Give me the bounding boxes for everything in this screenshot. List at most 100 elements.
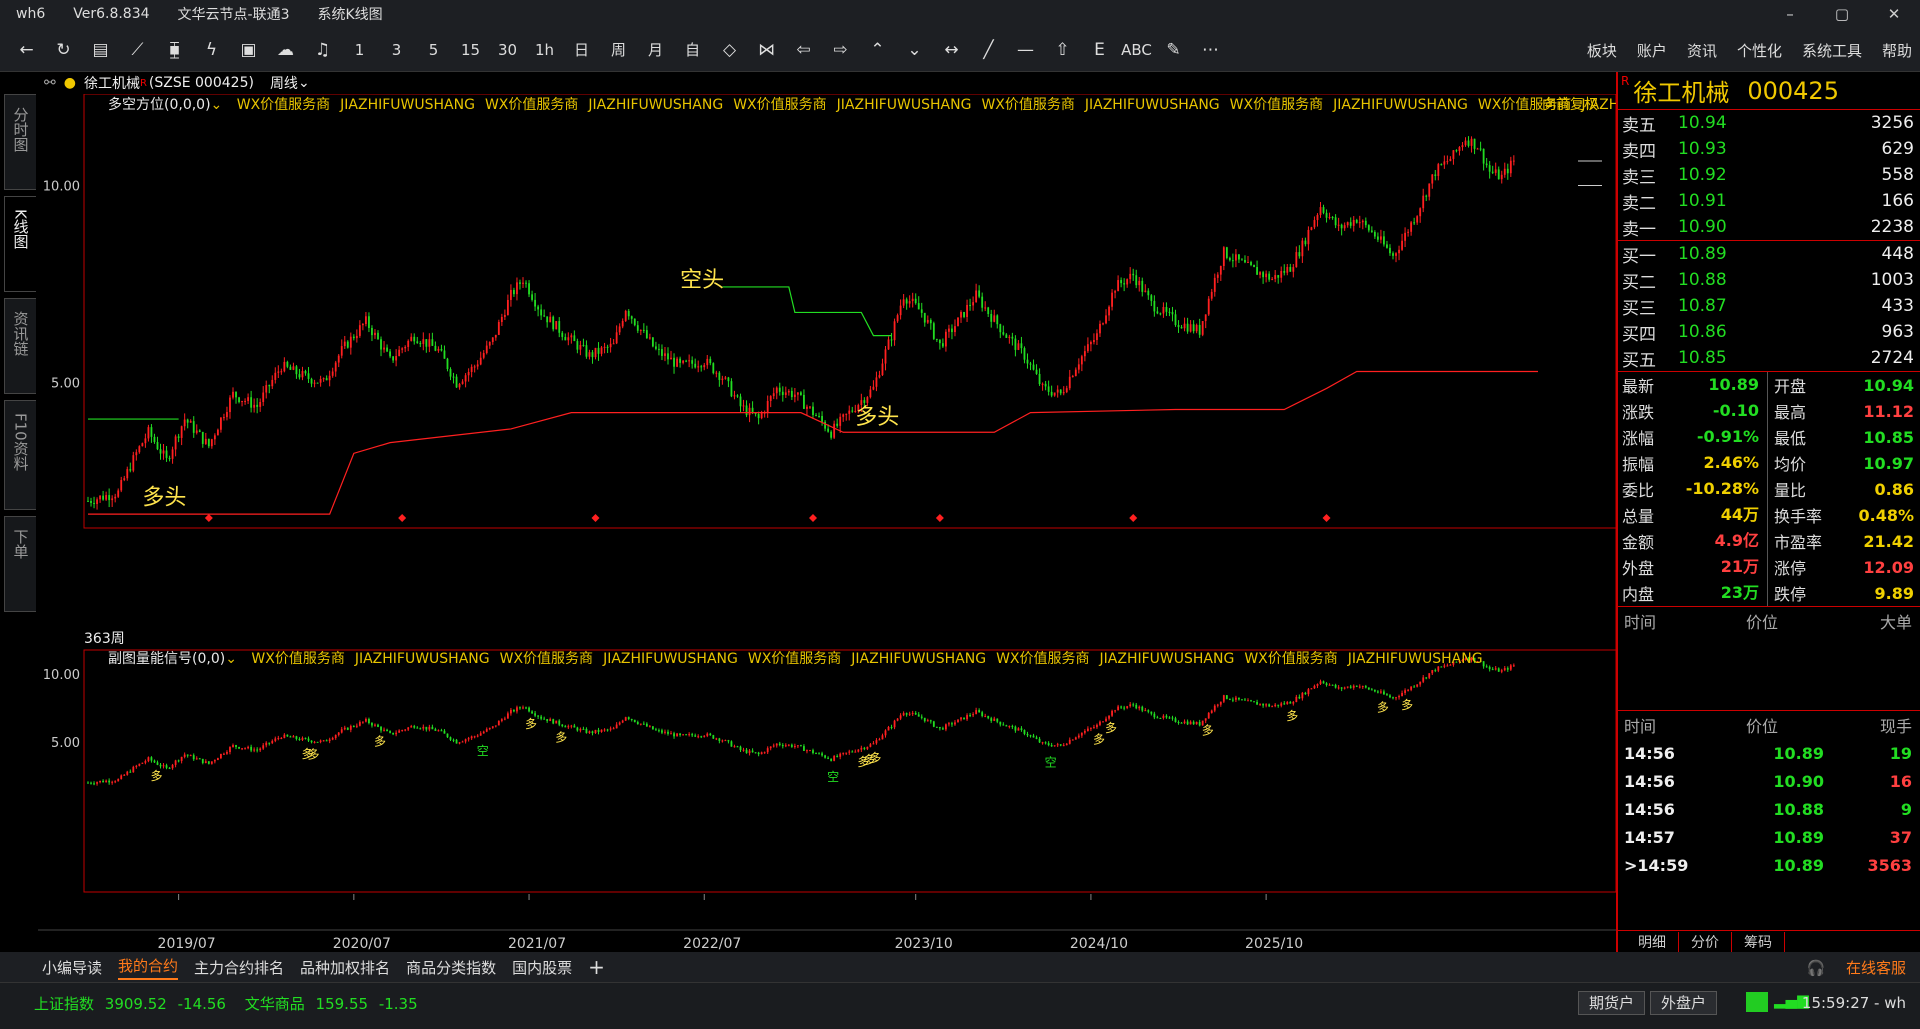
period-custom-button[interactable]: 自 [674,34,711,66]
restore-button[interactable]: ▢ [1816,0,1868,28]
period-3m-button[interactable]: 3 [378,34,415,66]
index2-name[interactable]: 文华商品 [245,995,305,1013]
chevron-down-icon[interactable]: ⌄ [225,651,237,667]
candle-body [528,283,530,295]
period-selector[interactable]: 周线 [270,73,298,93]
candle-body [1289,267,1292,272]
period-1m-button[interactable]: 1 [341,34,378,66]
screen-icon[interactable]: ▣ [230,34,267,66]
tick-row[interactable]: 14:57 10.89 37 [1618,823,1920,851]
tab-intraday[interactable]: 分时图 [4,94,36,190]
tab-my-contracts[interactable]: 我的合约 [118,955,179,980]
period-day-button[interactable]: 日 [563,34,600,66]
horizontal-line-icon[interactable]: — [1007,34,1044,66]
tab-domestic-stocks[interactable]: 国内股票 [512,957,572,978]
candle-body [1425,195,1428,197]
candle-body [1386,244,1388,248]
cloud-sync-icon[interactable]: ☁ [267,34,304,66]
sub-candle-body [555,720,558,724]
left-arrow-icon[interactable]: ⇦ [785,34,822,66]
tab-editor-guide[interactable]: 小编导读 [42,957,102,978]
period-week-button[interactable]: 周 [600,34,637,66]
alert-bell-icon[interactable]: ♫ [304,34,341,66]
menu-help[interactable]: 帮助 [1882,40,1912,61]
add-tab-button[interactable]: + [588,955,605,979]
tab-order[interactable]: 下单 [4,516,36,612]
ask-row[interactable]: 卖五 10.94 3256 [1618,110,1920,136]
ask-row[interactable]: 卖二 10.91 166 [1618,188,1920,214]
online-service-button[interactable]: 🎧 在线客服 [1791,957,1906,978]
draw-line-icon[interactable]: ╱ [970,34,1007,66]
kline-svg[interactable]: 多头空头多头多多多多空多多空多多多 空多多 多多多 多5.0010.005.0010.… [38,93,1617,952]
tick-row[interactable]: >14:59 10.89 3563 [1618,851,1920,879]
sub-indicator-name[interactable]: 副图量能信号(0,0) [108,651,225,667]
tab-main-contract-rank[interactable]: 主力合约排名 [194,957,284,978]
chevron-down-icon[interactable]: ⌄ [211,97,223,113]
sub-candle-body [108,780,111,783]
candle-icon[interactable]: ⧯ [156,34,193,66]
down-chevron-icon[interactable]: ⌄ [896,34,933,66]
ask-row[interactable]: 卖四 10.93 629 [1618,136,1920,162]
sub-candle-body [1355,685,1358,687]
tab-kline[interactable]: K线图 [4,196,36,292]
adjust-mode[interactable]: 向前复权 [1542,94,1598,114]
period-month-button[interactable]: 月 [637,34,674,66]
period-5m-button[interactable]: 5 [415,34,452,66]
list-view-icon[interactable]: ▤ [82,34,119,66]
bid-row[interactable]: 买五 10.85 2724 [1618,345,1920,371]
sub-candle-body [966,715,968,720]
menu-news[interactable]: 资讯 [1687,40,1717,61]
foreign-account-button[interactable]: 外盘户 [1650,991,1718,1015]
futures-account-button[interactable]: 期货户 [1578,991,1646,1015]
link-icon[interactable]: ⚯ [44,75,56,91]
period-30m-button[interactable]: 30 [489,34,526,66]
tick-row[interactable]: 14:56 10.90 16 [1618,767,1920,795]
period-1h-button[interactable]: 1h [526,34,563,66]
ask-row[interactable]: 卖一 10.90 2238 [1618,214,1920,240]
menu-account[interactable]: 账户 [1637,40,1667,61]
minimize-button[interactable]: – [1764,0,1816,28]
tick-row[interactable]: 14:56 10.89 19 [1618,739,1920,767]
kline-chart[interactable]: 多头 空头 多头多多多多空多多空多多多空多多多多多多 5.00 10.00 5.00 10.… [38,93,1716,952]
zoom-out-icon[interactable]: ⋈ [748,34,785,66]
tab-commodity-index[interactable]: 商品分类指数 [406,957,496,978]
indicator-icon[interactable]: ϟ [193,34,230,66]
sub-candle-body [1047,743,1050,746]
menu-system-tools[interactable]: 系统工具 [1802,40,1862,61]
tab-news-chain[interactable]: 资讯链 [4,298,36,394]
fib-icon[interactable]: Ε [1081,34,1118,66]
ask-price: 10.94 [1678,113,1727,133]
symbol-name[interactable]: 徐工机械 [84,73,140,93]
more-icon[interactable]: ⋯ [1192,34,1229,66]
right-arrow-icon[interactable]: ⇨ [822,34,859,66]
pen-icon[interactable]: ✎ [1155,34,1192,66]
up-chevron-icon[interactable]: ⌃ [859,34,896,66]
tick-row[interactable]: 14:56 10.88 9 [1618,795,1920,823]
bid-row[interactable]: 买四 10.86 963 [1618,319,1920,345]
candle-body [1168,311,1171,313]
period-15m-button[interactable]: 15 [452,34,489,66]
menu-personalize[interactable]: 个性化 [1737,40,1782,61]
home-icon[interactable]: ⇧ [1044,34,1081,66]
menu-sector[interactable]: 板块 [1587,40,1617,61]
bid-row[interactable]: 买三 10.87 433 [1618,293,1920,319]
close-button[interactable]: ✕ [1868,0,1920,28]
ask-row[interactable]: 卖三 10.92 558 [1618,162,1920,188]
tab-f10[interactable]: F10资料 [4,400,36,510]
main-indicator-name[interactable]: 多空方位(0,0,0) [108,97,211,113]
candle-body [630,316,633,319]
bid-row[interactable]: 买二 10.88 1003 [1618,267,1920,293]
chevron-down-icon[interactable]: ⌄ [298,75,310,91]
bid-row[interactable]: 买一 10.89 448 [1618,241,1920,267]
line-chart-icon[interactable]: ⟋ [119,34,156,66]
tab-price-dist[interactable]: 分价 [1679,931,1732,952]
refresh-icon[interactable]: ↻ [45,34,82,66]
back-arrow-icon[interactable]: ← [8,34,45,66]
zoom-in-icon[interactable]: ◇ [711,34,748,66]
cursor-cross-icon[interactable]: ↔ [933,34,970,66]
text-tool-button[interactable]: ABC [1118,34,1155,66]
tab-chips[interactable]: 筹码 [1732,931,1785,952]
tab-detail[interactable]: 明细 [1626,931,1679,952]
index1-name[interactable]: 上证指数 [34,995,94,1013]
tab-weighted-rank[interactable]: 品种加权排名 [300,957,390,978]
